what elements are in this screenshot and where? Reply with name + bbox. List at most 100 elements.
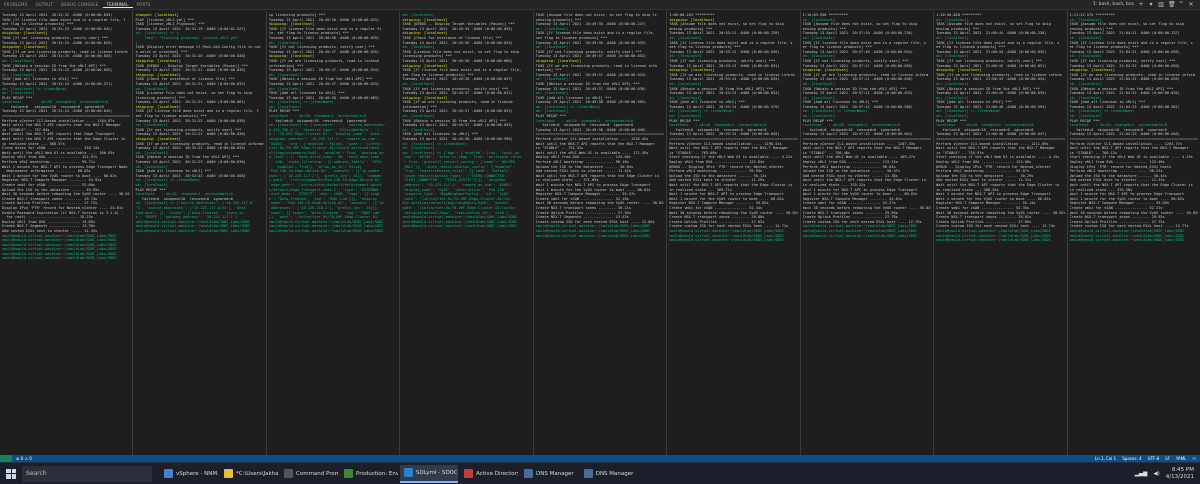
panel-tab-bar: PROBLEMS OUTPUT DEBUG CONSOLE TERMINAL P… [0,0,1200,10]
remote-indicator[interactable] [0,455,12,462]
terminal-line: ========================================… [936,137,1065,142]
terminal-pane[interactable]: ip licensing products] *** Tuesday 13 Apr… [267,11,401,455]
taskbar-app-button[interactable]: Active Directory Us... [460,465,518,483]
terminal-pane[interactable]: 1:11:12.575 ********* ok: [localhost] TASK… [1068,11,1200,455]
indentation[interactable]: Spaces: 4 [1122,456,1141,461]
terminal-line: Wait until the NSX-T API reports that th… [669,182,793,187]
encoding[interactable]: UTF-8 [1148,456,1160,461]
taskbar-app-button[interactable]: SDLyml - SDDC_La... [400,464,458,483]
feedback-icon[interactable]: ⚇ [1192,456,1196,461]
line-ending[interactable]: LF [1165,456,1170,461]
terminal-line: vmuld@vmuld-virtual-machine:~/vmuldlab/S… [2,256,117,261]
kill-terminal-icon[interactable]: 🗑 [1168,1,1176,8]
taskbar-app-button[interactable]: DNS Manager [520,465,578,483]
terminal-line: vmuld@vmuld-virtual-machine:~/vmuldlab/S… [402,224,517,229]
terminal-line: TASK [License file does not exist, so se… [135,91,253,96]
terminal-selector[interactable]: 1: bash, bash, bas [1093,2,1134,7]
tab-ports[interactable]: PORTS [133,2,155,7]
taskbar-app-button[interactable]: *C:\Users\Jakhar... [220,465,278,483]
clock-date: 4/13/2021 [1165,473,1194,480]
taskbar-app-label: SDLyml - SDDC_La... [416,469,458,476]
terminal-line: _address': '10.225.117.1', 'remote_as_nu… [402,182,513,187]
terminal-pane[interactable]: 1:14:03.936 ********* ok: [localhost] TASK… [801,11,935,455]
terminal-line: Wait 1 minute for NSX-T API to process E… [535,182,651,187]
terminal-line: Tuesday 13 April 2021 20:31:22 -0400 (0:… [2,13,113,17]
taskbar-search-input[interactable]: Search [22,465,152,482]
terminal-line: vmuld@vmuld-virtual-machine:~/vmuldlab/S… [1069,238,1185,243]
terminal-dropdown-icon[interactable]: ▾ [1148,1,1154,8]
terminal-line: vmuld@vmuld-virtual-machine:~/vmuldlab/S… [135,228,251,233]
taskbar-app-button[interactable]: Command Prompt [280,465,338,483]
taskbar-app-label: Production: Enviro... [356,470,398,477]
clock[interactable]: 8:45 PM 4/13/2021 [1166,467,1194,481]
tab-debug-console[interactable]: DEBUG CONSOLE [57,2,103,7]
terminal-pane[interactable]: 1:16:50.028 ********* ok: [localhost] TASK… [934,11,1068,455]
terminal-line: Tuesday 13 April 2021 20:53:13 -0400 (0:… [669,91,780,96]
terminal-line: Wait until the NSX-T API reports that th… [2,137,126,142]
app-icon [164,469,173,478]
terminal-line: Tuesday 13 April 2021 20:31:21 -0400 (0:… [135,81,246,86]
app-icon [464,469,473,478]
problems-count[interactable]: ⊗ 0 ⚠ 0 [16,456,32,461]
new-terminal-icon[interactable]: + [1138,1,1144,8]
maximize-panel-icon[interactable]: ^ [1178,1,1184,8]
taskbar-app-button[interactable]: DNS Manager [580,465,638,483]
terminal-line: ========================================… [2,114,131,119]
terminal-line: vmuld@vmuld-virtual-machine:~/vmuldlab/S… [1069,228,1185,233]
terminal-line: ========================================… [802,137,932,142]
taskbar-app-label: Active Directory Us... [476,470,518,477]
terminal-line: ========================================… [669,137,798,142]
terminal-line: Tuesday 13 April 2021 20:40:37 -0400 (0:… [268,81,380,86]
terminal-line: Wait until the NSX-T API reports that th… [936,182,1060,187]
terminal-pane[interactable]: 1:00:00.103 ********* skipping: [localhos… [667,11,801,455]
close-panel-icon[interactable]: ✕ [1188,1,1194,8]
terminal-line: vmuld@vmuld-virtual-machine:~/vmuldlab/S… [936,238,1051,243]
taskbar-app-label: DNS Manager [595,470,634,477]
terminal-line: vmuld@vmuld-virtual-machine:~/vmuldlab/S… [936,228,1051,233]
terminal-line: 'edge_path': '/infra/sites/default/enfor… [268,182,382,187]
system-tray: ▂▄▆ ◀) 8:45 PM 4/13/2021 [1135,467,1200,481]
terminal-line: Tuesday 13 April 2021 21:00:45 -0400 (0:… [936,91,1047,96]
terminal-pane[interactable]: changed: [localhost] PLAY [license_vRLI.y… [133,11,267,455]
network-icon[interactable]: ▂▄▆ [1135,471,1148,477]
tab-terminal[interactable]: TERMINAL [102,2,133,8]
taskbar-app-label: Command Prompt [296,470,338,477]
terminal-line: Perform vCenter CLI-based installation -… [535,137,649,142]
cursor-position[interactable]: Ln 1, Col 1 [1095,456,1116,461]
volume-icon[interactable]: ◀) [1153,471,1159,477]
terminal-actions: 1: bash, bash, bas + ▾ ▥ 🗑 ^ ✕ [1093,1,1200,8]
terminal-pane[interactable]: Tuesday 13 April 2021 20:31:22 -0400 (0:… [0,11,134,455]
terminal-split-panes: Tuesday 13 April 2021 20:31:22 -0400 (0:… [0,11,1200,455]
terminal-line: ': 180, 'route_filtering': [{'address_fa… [268,160,382,164]
terminal-line: ': True, 'graceful_restart_config': {'mo… [402,160,515,164]
terminal-pane[interactable]: ok: [localhost] skipping: [localhost] TASK… [400,11,534,455]
terminal-line: Tuesday 13 April 2021 20:31:24 -0400 (0:… [2,81,113,86]
status-bar: ⊗ 0 ⚠ 0 Ln 1, Col 1 Spaces: 4 UTF-8 LF Y… [0,455,1200,462]
app-icon [404,468,413,477]
windows-start-icon[interactable] [6,468,16,479]
terminal-line: vmuld@vmuld-virtual-machine:~/vmuldlab/S… [802,233,918,238]
app-icon [284,469,293,478]
taskbar-app-button[interactable]: Production: Enviro... [340,465,398,483]
taskbar-apps: vSphere - NNM-... *C:\Users\Jakhar... Comm… [160,464,639,483]
taskbar: Search vSphere - NNM-... *C:\Users\Jakhar… [0,462,1200,484]
terminal-pane[interactable]: TASK [Assume file does not exist, so set… [534,11,668,455]
tab-problems[interactable]: PROBLEMS [0,2,31,7]
terminal-line: Tuesday 13 April 2021 20:45:37 -0400 (0:… [402,91,513,96]
taskbar-app-button[interactable]: vSphere - NNM-... [160,465,218,483]
taskbar-app-label: *C:\Users\Jakhar... [236,470,278,477]
terminal-line: vmuld@vmuld-virtual-machine:~/vmuldlab/S… [802,228,918,233]
terminal-line: path': '/infra/tier-0s/T0-VRF-Edge-Clust… [402,205,515,210]
tab-output[interactable]: OUTPUT [31,2,57,7]
terminal-line: TASK [If we are licensing products, read… [268,58,380,63]
terminal-line: Tuesday 13 April 2021 21:04:22 -0400 (0:… [1069,91,1180,96]
terminal-line: Tuesday 13 April 2021 20:45:36 -0400 (0:… [402,58,513,63]
terminal-line: Tuesday 13 April 2021 20:40:36 -0400 (0:… [268,35,380,40]
terminal-line: Wait until the NSX-T API reports that th… [1069,182,1193,187]
app-icon [344,469,353,478]
status-bar-right: Ln 1, Col 1 Spaces: 4 UTF-8 LF YAML ⚇ [1095,456,1196,461]
terminal-line: Tuesday 13 April 2021 20:31:23 -0400 (0:… [135,160,246,164]
language-mode[interactable]: YAML [1176,456,1187,461]
split-terminal-icon[interactable]: ▥ [1158,1,1164,8]
clock-time: 8:45 PM [1171,466,1194,473]
